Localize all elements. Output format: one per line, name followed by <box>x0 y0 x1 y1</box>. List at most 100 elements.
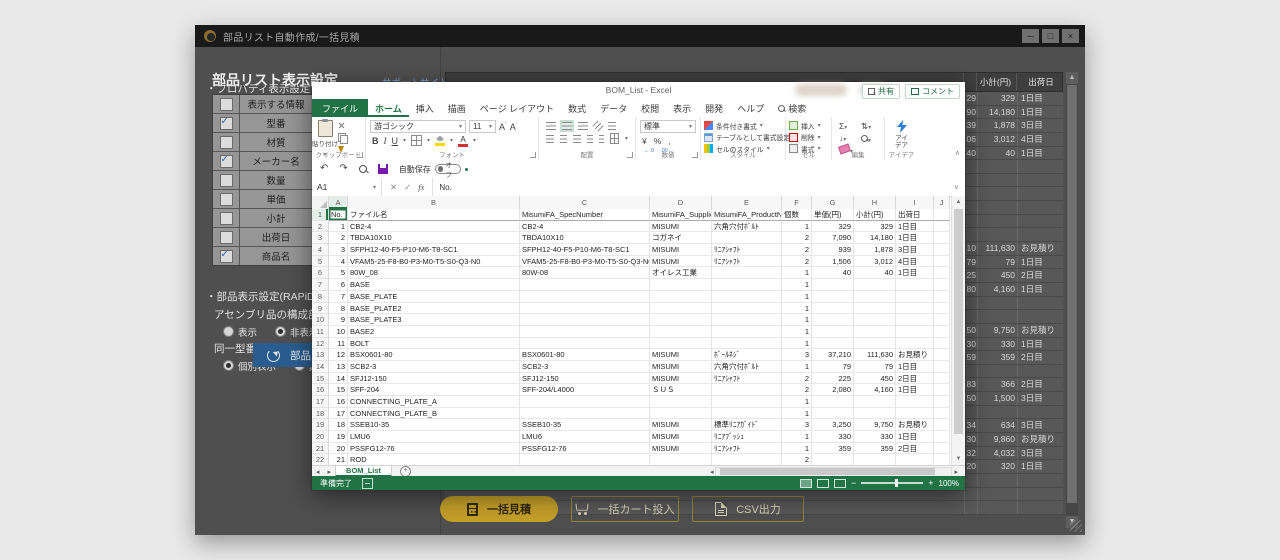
menu-tab-item[interactable]: データ <box>593 99 634 117</box>
grid-cell[interactable]: 7 <box>329 291 348 303</box>
grid-cell[interactable] <box>934 244 950 256</box>
grid-cell[interactable]: 5 <box>329 267 348 279</box>
decrease-font-button[interactable]: Aˇ <box>510 122 518 132</box>
cell-item-button[interactable]: 削除▾ <box>786 131 831 143</box>
row-header[interactable]: 7 <box>312 279 329 291</box>
grid-cell[interactable] <box>934 256 950 268</box>
grid-cell[interactable] <box>896 279 934 291</box>
zoom-slider-thumb[interactable] <box>895 479 898 487</box>
menu-tab-search[interactable]: 検索 <box>771 99 813 117</box>
grid-cell[interactable]: 15 <box>329 384 348 396</box>
grid-cell[interactable] <box>854 454 896 465</box>
grid-cell[interactable] <box>934 408 950 420</box>
share-button[interactable]: 共有 <box>862 84 900 99</box>
toggle-off-icon[interactable]: オフ <box>435 164 461 174</box>
dialog-launcher-icon[interactable] <box>530 152 536 158</box>
grid-cell[interactable]: 9 <box>329 314 348 326</box>
row-header[interactable]: 14 <box>312 361 329 373</box>
grid-cell[interactable]: 225 <box>812 373 854 385</box>
grid-cell[interactable]: MISUMI <box>650 244 712 256</box>
grid-cell[interactable]: 1日目 <box>896 431 934 443</box>
sheet-prev-icon[interactable]: ◂ <box>312 468 324 476</box>
grid-cell[interactable]: PSSFG12-76 <box>520 443 650 455</box>
grid-cell[interactable] <box>712 338 782 350</box>
grid-cell[interactable]: 359 <box>854 443 896 455</box>
grid-cell[interactable]: 40 <box>854 267 896 279</box>
font-name-select[interactable]: 游ゴシック▾ <box>370 120 466 133</box>
grid-cell[interactable]: 16 <box>329 396 348 408</box>
dialog-launcher-icon[interactable] <box>692 152 698 158</box>
number-format-select[interactable]: 標準▾ <box>640 120 696 133</box>
grid-cell[interactable] <box>520 279 650 291</box>
grid-cell[interactable]: 個数 <box>782 209 812 221</box>
grid-cell[interactable]: 4,160 <box>854 384 896 396</box>
grid-cell[interactable]: ﾘﾆｱｼｬﾌﾄ <box>712 244 782 256</box>
grid-cell[interactable] <box>934 384 950 396</box>
fill-button[interactable]: ↓▾ <box>839 133 853 143</box>
scroll-left-icon[interactable]: ◂ <box>710 468 714 476</box>
currency-format-icon[interactable]: ¥ <box>642 136 647 146</box>
grid-cell[interactable]: MISUMI <box>650 256 712 268</box>
grid-cell[interactable] <box>812 408 854 420</box>
grid-cell[interactable]: 359 <box>812 443 854 455</box>
search-icon[interactable] <box>359 165 367 173</box>
grid-cell[interactable] <box>896 314 934 326</box>
row-checkbox[interactable] <box>220 117 233 130</box>
normal-view-icon[interactable] <box>800 479 812 488</box>
grid-cell[interactable]: BSX0601-80 <box>348 349 520 361</box>
grid-cell[interactable] <box>934 454 950 465</box>
grid-cell[interactable]: 7,090 <box>812 232 854 244</box>
zoom-out-icon[interactable]: − <box>851 479 856 488</box>
undo-icon[interactable]: ↶ <box>320 164 328 174</box>
grid-cell[interactable] <box>934 443 950 455</box>
menu-tab-item[interactable]: 校閲 <box>634 99 666 117</box>
grid-cell[interactable]: 20 <box>329 443 348 455</box>
grid-cell[interactable] <box>520 291 650 303</box>
row-header[interactable]: 13 <box>312 349 329 361</box>
grid-cell[interactable] <box>854 408 896 420</box>
grid-cell[interactable]: BSX0601-80 <box>520 349 650 361</box>
grid-cell[interactable]: 4日目 <box>896 256 934 268</box>
grid-cell[interactable]: TBDA10X10 <box>520 232 650 244</box>
dialog-launcher-icon[interactable] <box>357 152 363 158</box>
column-header-G[interactable]: G <box>812 196 854 209</box>
grid-cell[interactable] <box>934 291 950 303</box>
grid-cell[interactable] <box>812 326 854 338</box>
grid-cell[interactable] <box>520 338 650 350</box>
grid-cell[interactable] <box>934 396 950 408</box>
bold-button[interactable]: B <box>372 136 379 146</box>
grid-cell[interactable]: 3 <box>329 244 348 256</box>
scrollbar-thumb[interactable] <box>720 468 935 475</box>
find-select-button[interactable]: ▾ <box>861 134 871 144</box>
grid-cell[interactable]: BASE_PLATE <box>348 291 520 303</box>
grid-cell[interactable]: 2 <box>782 384 812 396</box>
grid-cell[interactable]: 79 <box>854 361 896 373</box>
row-header[interactable]: 4 <box>312 244 329 256</box>
grid-cell[interactable]: 1日目 <box>896 221 934 233</box>
grid-cell[interactable]: 2 <box>782 454 812 465</box>
grid-cell[interactable]: ﾘﾆｱﾌﾞｯｼｭ <box>712 431 782 443</box>
grid-cell[interactable] <box>712 454 782 465</box>
grid-cell[interactable]: No. <box>329 209 348 221</box>
row-header[interactable]: 3 <box>312 232 329 244</box>
grid-cell[interactable]: 14,180 <box>854 232 896 244</box>
scrollbar-thumb[interactable] <box>954 209 963 434</box>
grid-cell[interactable]: 1 <box>782 267 812 279</box>
grid-cell[interactable] <box>934 419 950 431</box>
grid-cell[interactable]: ﾘﾆｱｼｬﾌﾄ <box>712 256 782 268</box>
grid-cell[interactable] <box>650 291 712 303</box>
menu-tab-file[interactable]: ファイル <box>312 99 368 117</box>
grid-cell[interactable]: 450 <box>854 373 896 385</box>
grid-cell[interactable] <box>650 279 712 291</box>
column-header-B[interactable]: B <box>348 196 520 209</box>
align-middle-icon[interactable] <box>562 122 572 130</box>
row-header[interactable]: 21 <box>312 443 329 455</box>
grid-cell[interactable]: 14 <box>329 373 348 385</box>
grid-cell[interactable]: BASE_PLATE3 <box>348 314 520 326</box>
grid-cell[interactable] <box>712 232 782 244</box>
grid-cell[interactable] <box>712 326 782 338</box>
grid-cell[interactable]: 329 <box>812 221 854 233</box>
grid-cell[interactable]: 80W-08 <box>520 267 650 279</box>
scroll-right-icon[interactable]: ▸ <box>954 468 958 476</box>
style-item-button[interactable]: 条件付き書式▾ <box>701 119 785 131</box>
